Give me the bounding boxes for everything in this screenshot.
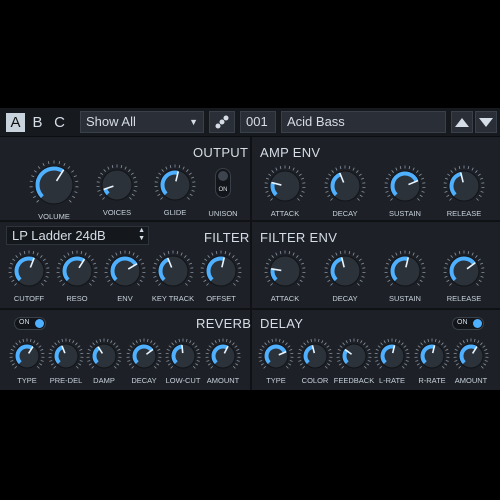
reverb-title: REVERB <box>196 316 252 331</box>
amp-env-sustain-knob[interactable] <box>382 163 428 209</box>
delay-l-rate-knob[interactable] <box>372 336 412 376</box>
section-divider <box>250 137 252 390</box>
reverb-amount-knob[interactable] <box>203 336 243 376</box>
preset-number[interactable]: 001 <box>240 111 276 133</box>
reverb-knob-label: AMOUNT <box>206 376 240 385</box>
slot-b-button[interactable]: B <box>28 113 47 132</box>
category-value: Show All <box>86 114 136 129</box>
delay-knob-label: AMOUNT <box>454 376 488 385</box>
unison-toggle[interactable]: ON <box>215 168 231 198</box>
shuffle-dots-icon <box>215 115 229 129</box>
output-title: OUTPUT <box>193 145 249 160</box>
amp-env-attack-knob[interactable] <box>262 163 308 209</box>
filter-key-track-knob[interactable] <box>150 248 196 294</box>
amp-env-release-knob[interactable] <box>441 163 487 209</box>
output-knob-label: VOLUME <box>38 212 70 221</box>
output-volume-knob[interactable] <box>27 158 81 212</box>
filter-title: FILTER <box>204 230 250 245</box>
synth-plugin-window: A B C Show All ▼ 001 Acid Bass OUTPUT AM… <box>0 108 500 390</box>
slot-c-button[interactable]: C <box>50 113 69 132</box>
filter-env-title: FILTER ENV <box>260 230 338 245</box>
reverb-type-knob[interactable] <box>7 336 47 376</box>
amp-env-knob-label: ATTACK <box>270 209 300 218</box>
filter-env-knob[interactable] <box>102 248 148 294</box>
reverb-damp-knob[interactable] <box>84 336 124 376</box>
section-divider <box>252 220 500 222</box>
filter-env-sustain-knob[interactable] <box>382 248 428 294</box>
randomize-button[interactable] <box>209 111 235 133</box>
reverb-pre-del-knob[interactable] <box>46 336 86 376</box>
reverb-decay-knob[interactable] <box>124 336 164 376</box>
preset-prev-button[interactable] <box>451 111 473 133</box>
up-down-icon: ▲ ▼ <box>138 227 145 242</box>
preset-bar: A B C Show All ▼ 001 Acid Bass <box>0 108 500 137</box>
delay-color-knob[interactable] <box>295 336 335 376</box>
filter-env-knob-label: ATTACK <box>270 294 300 303</box>
triangle-up-icon <box>455 118 469 127</box>
reverb-low-cut-knob[interactable] <box>163 336 203 376</box>
toggle-knob <box>218 171 228 181</box>
preset-next-button[interactable] <box>475 111 497 133</box>
output-knob-label: VOICES <box>102 208 132 217</box>
filter-env-knob-label: SUSTAIN <box>389 294 421 303</box>
amp-env-title: AMP ENV <box>260 145 321 160</box>
reverb-toggle-state: ON <box>19 319 30 326</box>
filter-env-knob-label: RELEASE <box>446 294 482 303</box>
delay-feedback-knob[interactable] <box>334 336 374 376</box>
output-voices-knob[interactable] <box>94 162 140 208</box>
delay-r-rate-knob[interactable] <box>412 336 452 376</box>
amp-env-decay-knob[interactable] <box>322 163 368 209</box>
amp-env-knob-label: RELEASE <box>446 209 482 218</box>
section-divider <box>0 308 250 310</box>
amp-env-knob-label: SUSTAIN <box>389 209 421 218</box>
filter-reso-knob[interactable] <box>54 248 100 294</box>
filter-offset-knob[interactable] <box>198 248 244 294</box>
preset-name-field[interactable]: Acid Bass <box>281 111 446 133</box>
output-knob-label: GLIDE <box>163 208 187 217</box>
toggle-knob <box>473 319 482 328</box>
filter-knob-label: OFFSET <box>206 294 236 303</box>
filter-env-decay-knob[interactable] <box>322 248 368 294</box>
output-glide-knob[interactable] <box>152 162 198 208</box>
category-select[interactable]: Show All ▼ <box>80 111 204 133</box>
triangle-down-icon <box>479 118 493 127</box>
filter-cutoff-knob[interactable] <box>6 248 52 294</box>
reverb-toggle[interactable]: ON <box>14 317 46 330</box>
delay-title: DELAY <box>260 316 304 331</box>
toggle-knob <box>35 319 44 328</box>
filter-type-select[interactable]: LP Ladder 24dB ▲ ▼ <box>6 226 149 245</box>
amp-env-knob-label: DECAY <box>332 209 358 218</box>
unison-toggle-state: ON <box>218 187 228 193</box>
delay-toggle[interactable]: ON <box>452 317 484 330</box>
filter-type-value: LP Ladder 24dB <box>12 228 106 243</box>
delay-amount-knob[interactable] <box>451 336 491 376</box>
filter-env-release-knob[interactable] <box>441 248 487 294</box>
delay-type-knob[interactable] <box>256 336 296 376</box>
chevron-down-icon: ▼ <box>189 117 198 127</box>
filter-env-knob-label: DECAY <box>332 294 358 303</box>
filter-env-attack-knob[interactable] <box>262 248 308 294</box>
delay-toggle-state: ON <box>457 319 468 326</box>
slot-a-button[interactable]: A <box>6 113 25 132</box>
section-divider <box>252 308 500 310</box>
